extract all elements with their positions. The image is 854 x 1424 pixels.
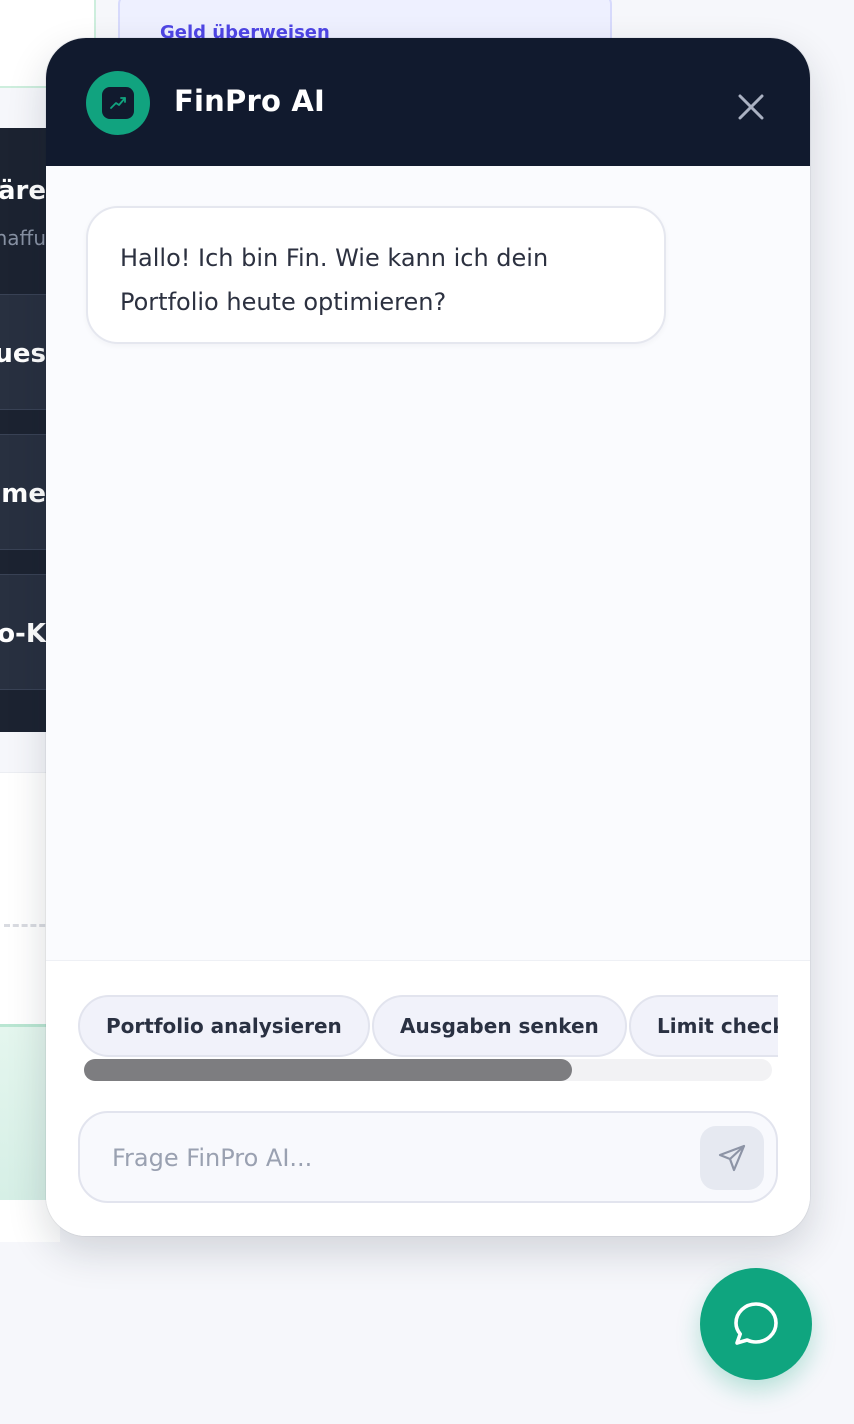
app-viewport: Geld überweisen wäre naffu ues mme to-K bbox=[0, 0, 854, 1424]
background-row-title: wäre bbox=[0, 176, 46, 206]
trend-chart-icon bbox=[102, 87, 134, 119]
close-chat-button[interactable] bbox=[732, 88, 770, 126]
background-row-subtitle: naffu bbox=[0, 226, 46, 250]
chat-bubble-icon bbox=[734, 1302, 778, 1345]
background-row-title: to-K bbox=[0, 619, 46, 649]
suggestion-chips: Portfolio analysieren Ausgaben senken Li… bbox=[78, 995, 778, 1057]
chat-composer: Portfolio analysieren Ausgaben senken Li… bbox=[46, 960, 810, 1236]
bot-message: Hallo! Ich bin Fin. Wie kann ich dein Po… bbox=[86, 206, 666, 344]
chips-scrollbar[interactable] bbox=[84, 1059, 772, 1081]
send-icon bbox=[718, 1144, 746, 1172]
suggestion-chip-portfolio[interactable]: Portfolio analysieren bbox=[78, 995, 370, 1057]
assistant-avatar bbox=[86, 71, 150, 135]
close-icon bbox=[738, 94, 764, 120]
message-input[interactable] bbox=[112, 1133, 682, 1183]
background-row-title: ues bbox=[0, 339, 46, 369]
chat-title: FinPro AI bbox=[174, 84, 326, 118]
background-row-title: mme bbox=[0, 479, 46, 509]
suggestion-chip-limit[interactable]: Limit checken bbox=[629, 995, 778, 1057]
message-input-box bbox=[78, 1111, 778, 1203]
message-list: Hallo! Ich bin Fin. Wie kann ich dein Po… bbox=[46, 166, 810, 960]
chips-scrollbar-thumb[interactable] bbox=[84, 1059, 573, 1081]
chat-launcher-button[interactable] bbox=[700, 1268, 812, 1380]
suggestion-chip-expenses[interactable]: Ausgaben senken bbox=[372, 995, 627, 1057]
chat-window: FinPro AI Hallo! Ich bin Fin. Wie kann i… bbox=[46, 38, 810, 1236]
send-button[interactable] bbox=[700, 1126, 764, 1190]
chat-header: FinPro AI bbox=[46, 38, 810, 166]
